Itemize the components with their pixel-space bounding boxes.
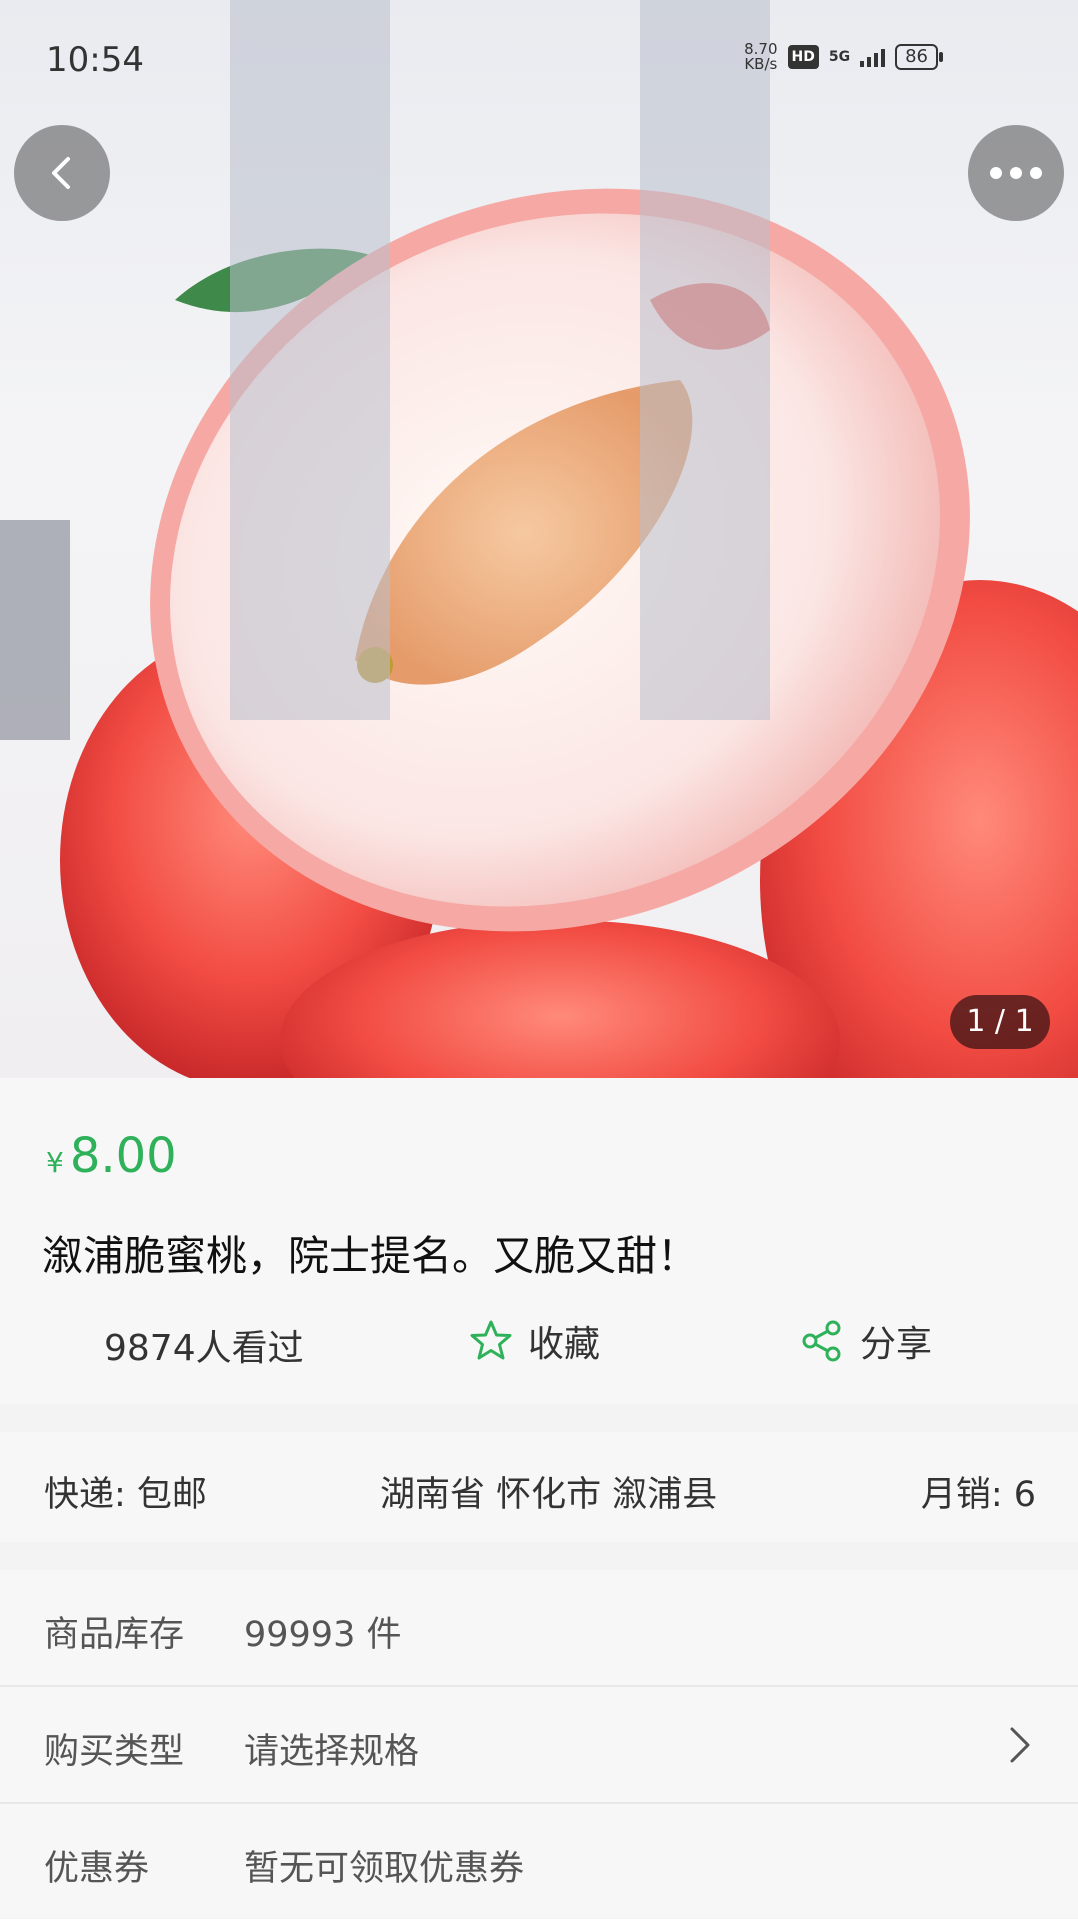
image-page-indicator: 1 / 1 xyxy=(950,995,1050,1049)
chevron-left-icon xyxy=(52,157,70,189)
status-bar: 10:54 8.70 KB/s HD 5G 86 xyxy=(0,0,1078,120)
product-title: 溆浦脆蜜桃，院士提名。又脆又甜！ xyxy=(42,1232,698,1280)
price-value: 8.00 xyxy=(69,1128,177,1184)
chevron-right-icon xyxy=(1010,1727,1030,1763)
product-stats-row: 9874人看过 收藏 分享 xyxy=(0,1315,1078,1375)
more-options-button[interactable] xyxy=(968,125,1064,221)
purchase-type-value: 请选择规格 xyxy=(244,1732,420,1772)
currency-symbol: ¥ xyxy=(46,1146,64,1179)
battery-icon: 86 xyxy=(895,44,943,70)
shipping-location: 湖南省 怀化市 溆浦县 xyxy=(380,1475,718,1515)
shipping-express: 快递: 包邮 xyxy=(44,1475,207,1515)
purchase-type-label: 购买类型 xyxy=(44,1732,185,1772)
signal-icon xyxy=(860,47,886,67)
favorite-label: 收藏 xyxy=(528,1324,601,1365)
product-price: ¥8.00 xyxy=(46,1128,177,1184)
share-label: 分享 xyxy=(860,1324,933,1365)
coupon-label: 优惠券 xyxy=(44,1849,150,1889)
stock-label: 商品库存 xyxy=(44,1615,185,1655)
purchase-type-row[interactable]: 购买类型 请选择规格 xyxy=(0,1687,1078,1804)
status-icons: 8.70 KB/s HD 5G 86 xyxy=(744,42,943,72)
product-image[interactable]: 10:54 8.70 KB/s HD 5G 86 1 / 1 xyxy=(0,0,1078,1078)
peach-illustration xyxy=(60,188,1078,1078)
star-icon xyxy=(470,1320,512,1360)
monthly-sales: 月销: 6 xyxy=(920,1475,1036,1515)
coupon-row[interactable]: 优惠券 暂无可领取优惠券 xyxy=(0,1804,1078,1919)
share-button[interactable]: 分享 xyxy=(800,1315,932,1367)
coupon-value: 暂无可领取优惠券 xyxy=(244,1849,525,1889)
background-stripe xyxy=(0,520,70,740)
5g-icon: 5G xyxy=(828,49,851,65)
network-speed: 8.70 KB/s xyxy=(744,42,777,72)
views-count: 9874人看过 xyxy=(104,1328,304,1369)
favorite-button[interactable]: 收藏 xyxy=(468,1315,600,1367)
product-details-list: 商品库存 99993 件 购买类型 请选择规格 优惠券 暂无可领取优惠券 xyxy=(0,1570,1078,1918)
network-speed-unit: KB/s xyxy=(744,55,778,73)
hd-icon: HD xyxy=(787,45,819,69)
share-icon xyxy=(802,1320,841,1362)
more-dots-icon xyxy=(990,167,1042,179)
stock-row: 商品库存 99993 件 xyxy=(0,1570,1078,1687)
stock-value: 99993 件 xyxy=(244,1615,402,1655)
back-button[interactable] xyxy=(14,125,110,221)
shipping-row: 快递: 包邮 湖南省 怀化市 溆浦县 月销: 6 xyxy=(0,1432,1078,1542)
status-time: 10:54 xyxy=(46,40,144,80)
